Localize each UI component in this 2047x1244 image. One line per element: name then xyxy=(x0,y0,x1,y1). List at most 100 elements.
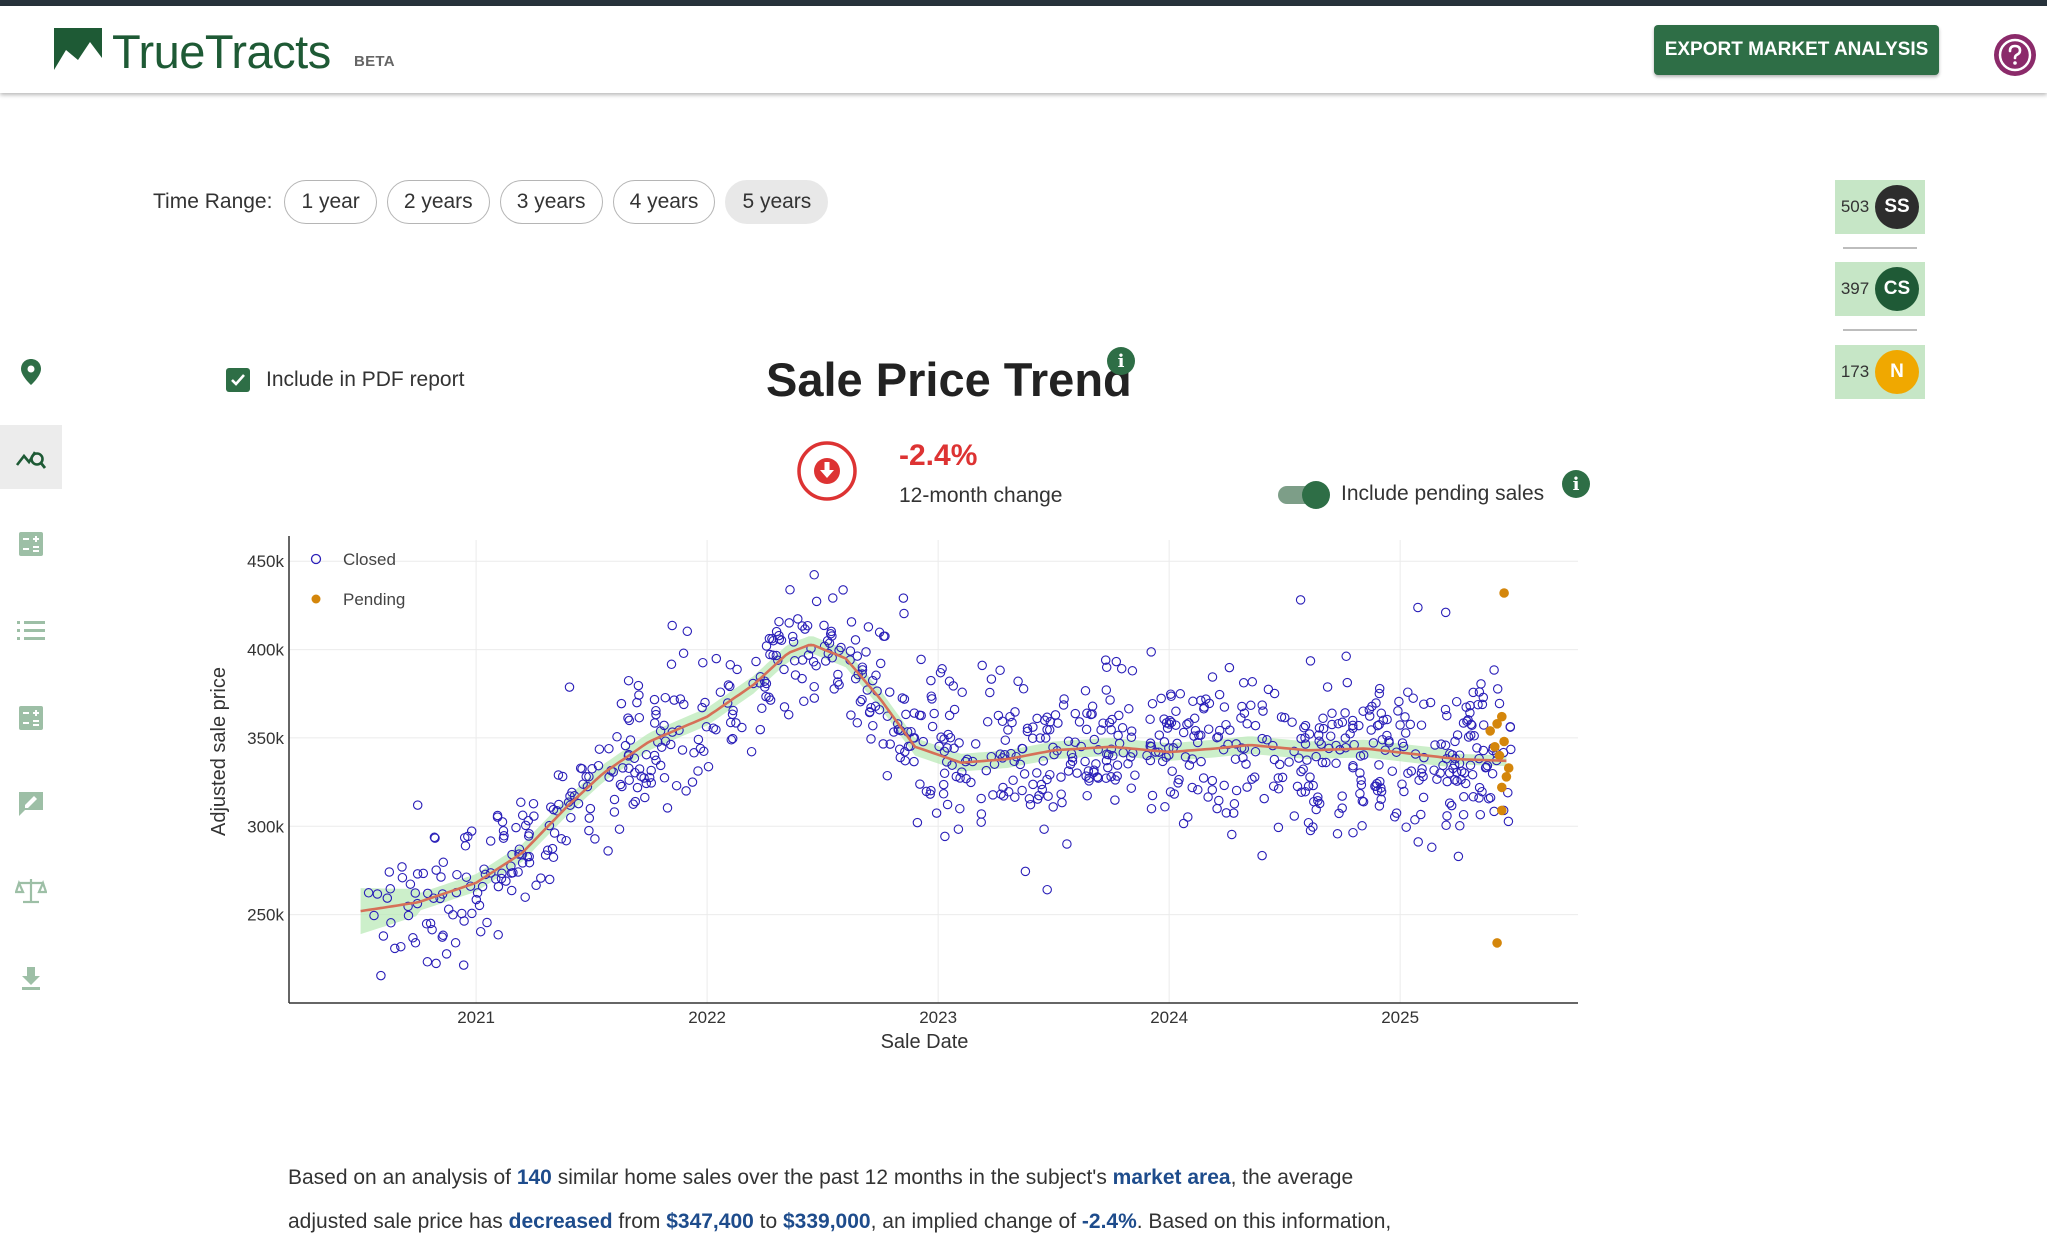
closed-sale-point xyxy=(1246,700,1256,711)
closed-sale-point xyxy=(1292,781,1303,792)
closed-sale-point xyxy=(751,656,761,667)
closed-sale-point xyxy=(1196,756,1206,767)
pending-sale-point xyxy=(1499,736,1509,747)
closed-sale-point xyxy=(1081,724,1092,735)
closed-sale-point xyxy=(1489,665,1499,675)
closed-sale-point xyxy=(1214,795,1224,806)
closed-sale-point xyxy=(616,698,627,709)
closed-sale-point xyxy=(1393,706,1403,716)
closed-sale-point xyxy=(1257,850,1267,861)
closed-sale-point xyxy=(1187,782,1197,793)
closed-sale-point xyxy=(863,622,874,632)
closed-sale-point xyxy=(1024,794,1035,804)
count-badge-n: N xyxy=(1875,350,1919,394)
sidebar-item-trend[interactable] xyxy=(0,425,62,489)
closed-sale-point xyxy=(845,646,856,656)
export-market-analysis-button[interactable]: EXPORT MARKET ANALYSIS xyxy=(1654,25,1939,75)
closed-sale-point xyxy=(556,834,567,844)
closed-sale-point xyxy=(624,763,634,774)
closed-sale-point xyxy=(687,777,698,787)
sidebar-item-balance[interactable] xyxy=(0,859,62,923)
closed-sale-point xyxy=(443,904,454,915)
closed-sale-point xyxy=(459,916,469,926)
closed-sale-point xyxy=(666,659,677,670)
closed-sale-point xyxy=(1494,698,1505,709)
closed-sale-point xyxy=(846,617,857,627)
closed-sale-point xyxy=(1178,727,1189,738)
closed-sale-point xyxy=(1219,702,1230,712)
count-badge-ss: SS xyxy=(1875,185,1919,229)
closed-sale-point xyxy=(982,717,993,727)
trend-confidence-band xyxy=(360,636,1507,935)
market-area-link[interactable]: market area xyxy=(1113,1166,1231,1189)
closed-sale-point xyxy=(1340,708,1350,718)
closed-sale-point xyxy=(1045,769,1055,780)
closed-sale-point xyxy=(1459,792,1469,802)
count-value: 503 xyxy=(1840,197,1870,216)
closed-sale-point xyxy=(630,796,641,807)
closed-sale-point xyxy=(1416,720,1427,730)
include-pending-toggle[interactable] xyxy=(1278,480,1330,510)
closed-sale-point xyxy=(1003,725,1013,735)
time-range-option-5-years[interactable]: 5 years xyxy=(725,180,829,224)
time-range-option-1-year[interactable]: 1 year xyxy=(284,180,377,224)
closed-sale-point xyxy=(828,593,838,603)
closed-sale-point xyxy=(1342,677,1353,688)
closed-sale-point xyxy=(1127,666,1138,676)
closed-sale-point xyxy=(511,822,521,833)
sidebar-item-list[interactable] xyxy=(0,599,62,663)
closed-sale-point xyxy=(939,768,950,779)
y-tick-label: 300k xyxy=(247,817,284,836)
info-icon[interactable]: i xyxy=(1562,470,1590,498)
include-pdf-checkbox-row[interactable]: Include in PDF report xyxy=(226,368,464,392)
closed-sale-point xyxy=(1207,775,1218,786)
closed-sale-point xyxy=(640,792,650,803)
count-card-n[interactable]: 173 N xyxy=(1835,345,1925,399)
closed-sale-point xyxy=(458,960,469,970)
closed-sale-point xyxy=(584,813,595,823)
closed-sale-point xyxy=(711,653,722,664)
include-pdf-checkbox[interactable] xyxy=(226,368,250,392)
closed-sale-point xyxy=(1295,595,1306,605)
closed-sale-point xyxy=(667,620,677,631)
closed-sale-point xyxy=(1444,798,1455,808)
sidebar-item-download[interactable] xyxy=(0,946,62,1010)
closed-sale-point xyxy=(957,687,967,698)
closed-sale-point xyxy=(594,744,605,754)
sidebar-item-calculator-2[interactable] xyxy=(0,686,62,750)
closed-sale-point xyxy=(1247,774,1257,784)
closed-sale-point xyxy=(799,696,809,707)
sidebar-item-location[interactable] xyxy=(0,340,62,404)
closed-sale-point xyxy=(1110,795,1120,805)
closed-sale-point xyxy=(1318,713,1328,724)
closed-sale-point xyxy=(542,845,553,856)
closed-sale-point xyxy=(1305,772,1315,782)
y-tick-label: 400k xyxy=(247,641,284,660)
closed-sale-point xyxy=(1188,696,1198,707)
closed-sale-point xyxy=(1080,686,1091,696)
time-range-option-4-years[interactable]: 4 years xyxy=(612,180,716,224)
closed-sale-point xyxy=(852,718,863,728)
y-tick-label: 250k xyxy=(247,906,284,925)
info-icon[interactable]: i xyxy=(1107,347,1135,375)
closed-sale-point xyxy=(1028,779,1038,790)
time-range-option-2-years[interactable]: 2 years xyxy=(386,180,490,224)
closed-sale-point xyxy=(669,695,679,705)
list-icon xyxy=(17,621,45,640)
closed-sale-point xyxy=(516,797,526,808)
closed-sale-point xyxy=(1405,719,1416,730)
time-range-option-3-years[interactable]: 3 years xyxy=(499,180,603,224)
closed-sale-point xyxy=(797,655,808,665)
closed-sale-point xyxy=(1289,811,1300,821)
closed-sale-point xyxy=(1259,793,1269,804)
sidebar-item-calculator[interactable] xyxy=(0,512,62,576)
count-card-ss[interactable]: 503 SS xyxy=(1835,180,1925,234)
logo-text[interactable]: TrueTracts xyxy=(112,24,331,79)
closed-sale-point xyxy=(410,938,421,948)
help-circle-icon[interactable] xyxy=(1994,34,2036,76)
closed-sale-point xyxy=(901,709,911,720)
balance-scale-icon xyxy=(15,879,47,904)
count-card-cs[interactable]: 397 CS xyxy=(1835,262,1925,316)
sidebar-item-feedback[interactable] xyxy=(0,772,62,836)
calculator-icon xyxy=(19,706,43,730)
